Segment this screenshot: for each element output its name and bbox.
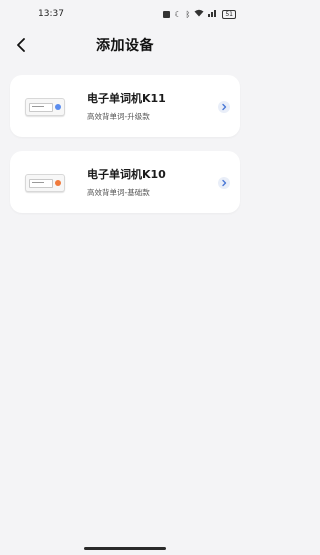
dnd-icon: ☾ — [174, 9, 182, 19]
device-image — [25, 171, 65, 193]
nfc-icon — [163, 10, 171, 18]
status-bar: 13:37 ☾ ᛒ 51 — [0, 0, 250, 28]
status-icons: ☾ ᛒ 51 — [163, 9, 236, 19]
device-description: 高效背单词-基础款 — [87, 187, 150, 197]
chevron-left-icon — [17, 38, 25, 52]
device-name: 电子单词机K11 — [87, 91, 166, 105]
chevron-right-icon — [218, 177, 230, 189]
home-indicator[interactable] — [84, 547, 166, 550]
page-title: 添加设备 — [96, 38, 154, 54]
device-card-k11[interactable]: 电子单词机K11 高效背单词-升级款 — [10, 75, 240, 137]
device-card-k10[interactable]: 电子单词机K10 高效背单词-基础款 — [10, 151, 240, 213]
device-name: 电子单词机K10 — [87, 167, 166, 181]
device-description: 高效背单词-升级款 — [87, 111, 150, 121]
status-time: 13:37 — [38, 9, 64, 19]
battery-icon: 51 — [222, 9, 236, 19]
wifi-icon — [194, 9, 204, 19]
chevron-right-icon — [218, 101, 230, 113]
device-image — [25, 95, 65, 117]
bluetooth-icon: ᛒ — [185, 9, 191, 19]
back-button[interactable] — [10, 34, 32, 56]
nav-bar: 添加设备 — [0, 28, 250, 62]
signal-icon — [208, 9, 218, 19]
